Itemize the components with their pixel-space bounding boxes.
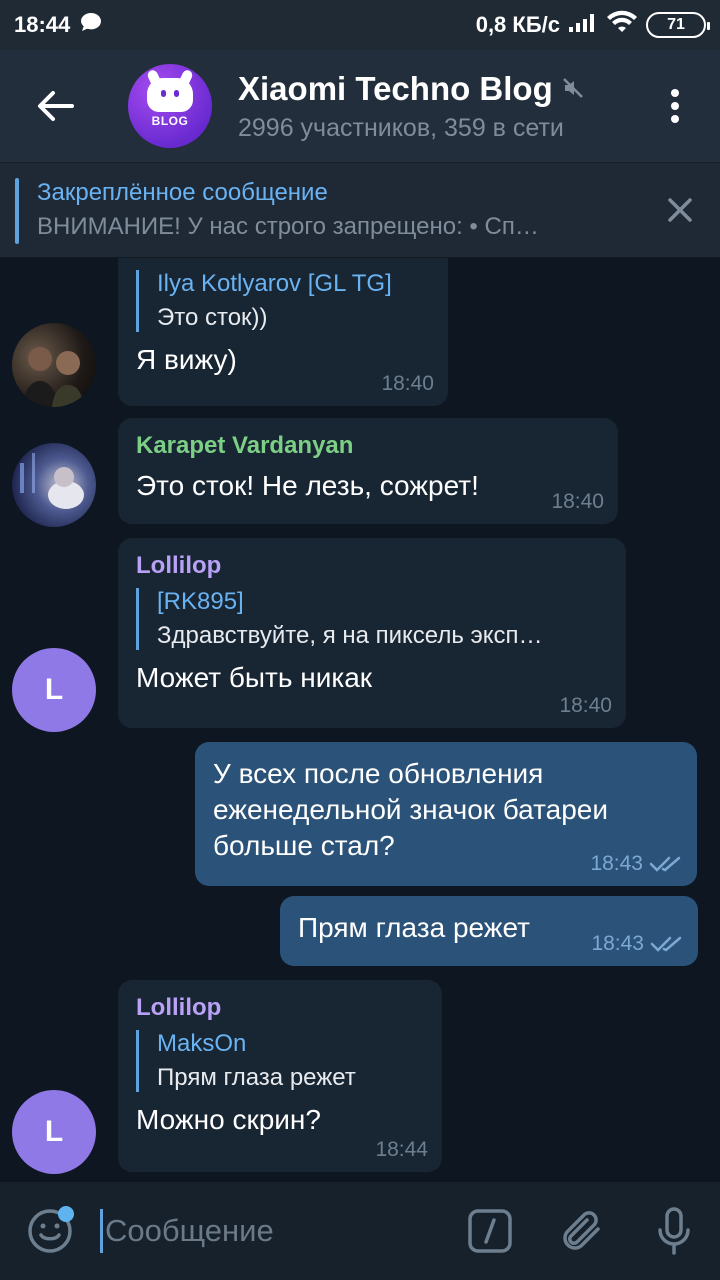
notification-dot [58,1206,74,1222]
reply-quote[interactable]: [RK895] Здравствуйте, я на пиксель эксп… [136,588,608,650]
avatar[interactable]: L [12,1090,96,1174]
message-bubble[interactable]: Karapet Vardanyan Это сток! Не лезь, сож… [118,418,618,524]
avatar-letter: L [44,1115,64,1148]
chat-subtitle: 2996 участников, 359 в сети [238,113,564,142]
bot-commands-button[interactable] [444,1182,536,1280]
chat-messages[interactable]: Ilya Kotlyarov [GL TG] Это сток)) Я вижу… [0,258,720,1182]
attach-button[interactable] [536,1182,628,1280]
pinned-message-bar[interactable]: Закреплённое сообщение ВНИМАНИЕ! У нас с… [0,162,720,258]
message-text: У всех после обновления еженедельной зна… [213,758,609,861]
avatar-letter: L [44,673,64,706]
reply-quote[interactable]: MaksOn Прям глаза режет [136,1030,424,1092]
mascot-icon [147,78,193,112]
message-composer: Сообщение [0,1182,720,1280]
message-time: 18:44 [375,1138,428,1161]
message-time: 18:40 [559,694,612,717]
sender-name[interactable]: Lollilop [136,994,424,1022]
double-check-icon [649,856,681,872]
network-speed: 0,8 КБ/с [475,12,560,37]
status-bar: 18:44 0,8 КБ/с 71 [0,0,720,50]
close-icon [668,198,692,222]
message-input[interactable]: Сообщение [100,1182,444,1280]
message-time: 18:43 [591,932,644,955]
header-info[interactable]: Xiaomi Techno Blog 2996 участников, 359 … [238,70,630,143]
battery-icon: 71 [646,12,710,38]
more-vertical-icon [671,89,679,123]
emoji-button[interactable] [0,1182,100,1280]
chat-notification-icon [80,12,102,38]
message-bubble[interactable]: Lollilop MaksOn Прям глаза режет Можно с… [118,980,442,1172]
message-placeholder: Сообщение [105,1213,274,1248]
reply-author: Ilya Kotlyarov [GL TG] [157,270,392,297]
sender-name[interactable]: Karapet Vardanyan [136,432,600,460]
reply-quote[interactable]: Ilya Kotlyarov [GL TG] Это сток)) [136,270,430,332]
microphone-icon [658,1207,690,1255]
battery-level: 71 [667,16,685,33]
avatar[interactable] [12,443,96,527]
message-text: Это сток! Не лезь, сожрет! [136,470,479,501]
back-arrow-icon [38,91,74,121]
more-menu-button[interactable] [630,50,720,162]
muted-icon [561,70,585,108]
status-time: 18:44 [14,12,71,37]
slash-command-icon [468,1209,512,1253]
reply-text: Здравствуйте, я на пиксель эксп… [157,622,543,649]
avatar[interactable] [12,323,96,407]
avatar-badge: BLOG [151,114,189,128]
text-caret [100,1209,103,1253]
message-bubble[interactable]: Lollilop [RK895] Здравствуйте, я на пикс… [118,538,626,728]
reply-author: MaksOn [157,1030,247,1057]
back-button[interactable] [0,50,110,162]
message-time: 18:40 [551,490,604,513]
message-text: Может быть никак [136,662,373,693]
message-text: Можно скрин? [136,1104,321,1135]
outgoing-message-bubble[interactable]: Прям глаза режет 18:43 [280,896,698,966]
double-check-icon [650,936,682,952]
reply-text: Это сток)) [157,304,268,331]
wifi-icon [606,10,638,40]
paperclip-icon [563,1211,600,1250]
voice-record-button[interactable] [628,1182,720,1280]
pinned-accent-line [15,178,19,244]
chat-header: BLOG Xiaomi Techno Blog 2996 участников,… [0,50,720,162]
channel-avatar[interactable]: BLOG [128,64,212,148]
message-bubble[interactable]: Ilya Kotlyarov [GL TG] Это сток)) Я вижу… [118,258,448,406]
pinned-title: Закреплённое сообщение [37,179,328,206]
pinned-text: ВНИМАНИЕ! У нас строго запрещено: • Сп… [37,213,539,240]
pinned-close-button[interactable] [640,162,720,258]
chat-title: Xiaomi Techno Blog [238,69,553,107]
reply-text: Прям глаза режет [157,1064,356,1091]
message-time: 18:40 [381,372,434,395]
sender-name[interactable]: Lollilop [136,552,608,580]
signal-icon [568,11,598,39]
avatar[interactable]: L [12,648,96,732]
reply-author: [RK895] [157,588,244,615]
outgoing-message-bubble[interactable]: У всех после обновления еженедельной зна… [195,742,697,886]
message-time: 18:43 [590,852,643,875]
